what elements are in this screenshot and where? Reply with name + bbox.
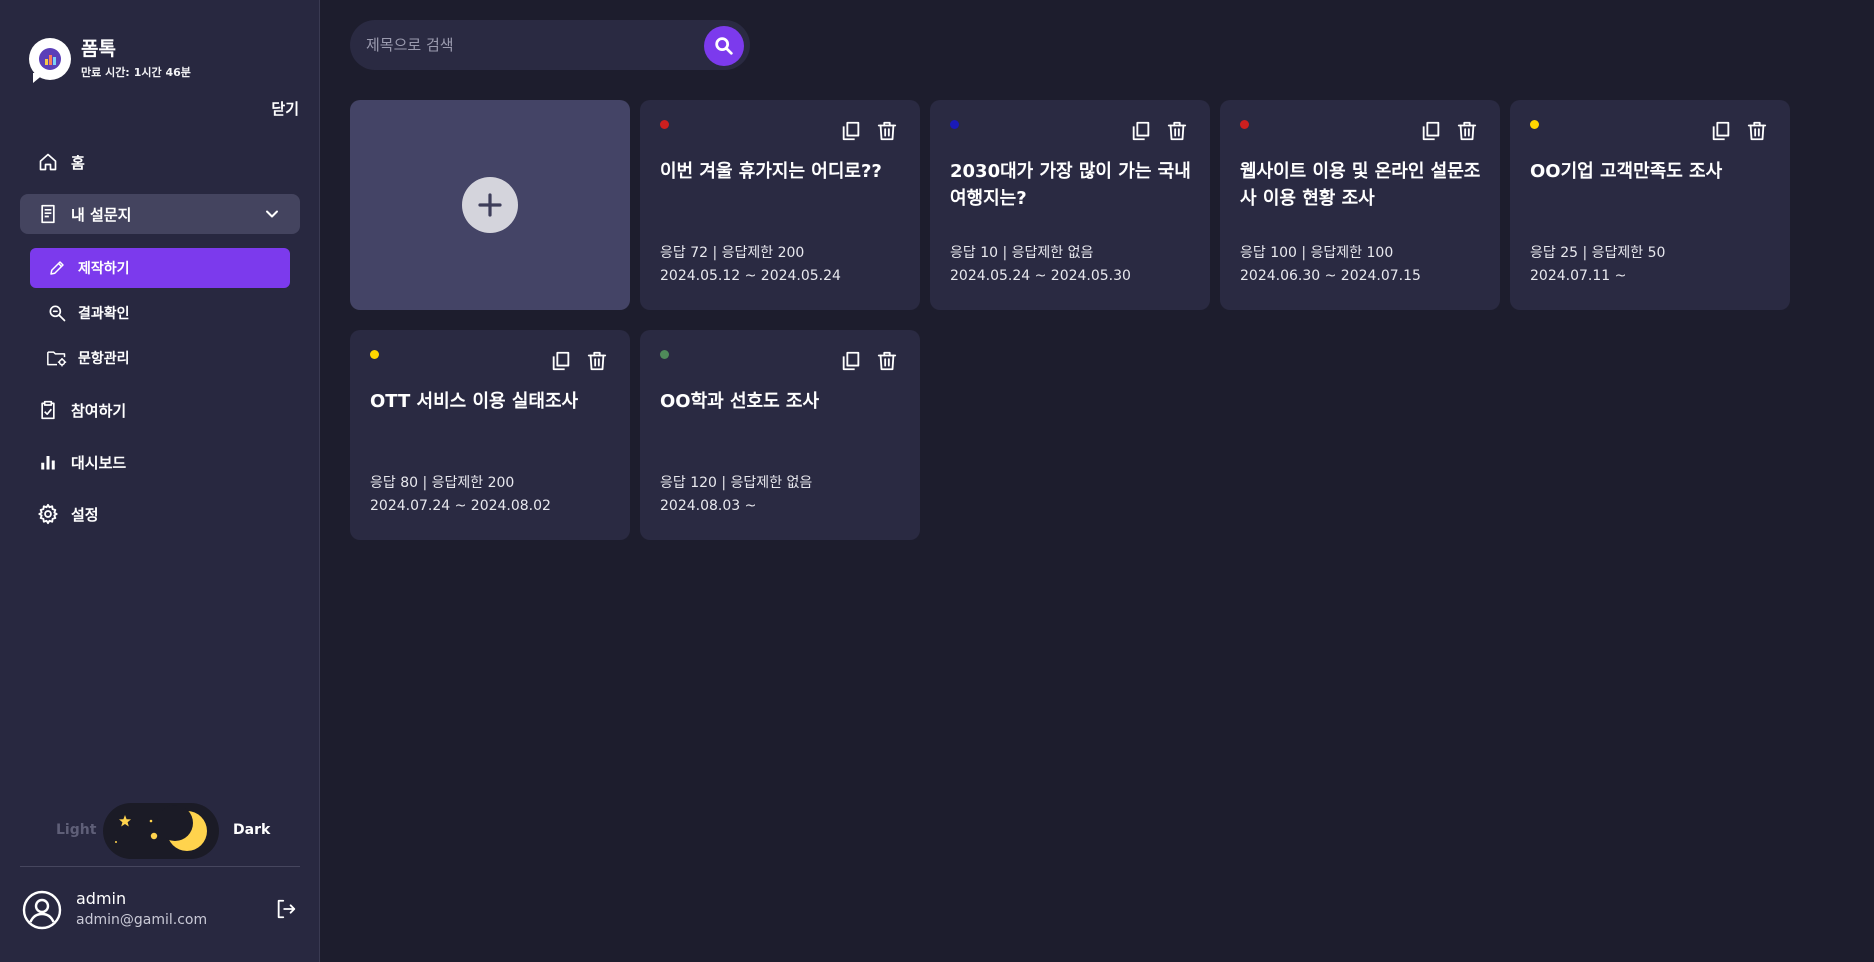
copy-icon[interactable] <box>840 350 862 372</box>
sidebar-item-label: 내 설문지 <box>71 205 132 224</box>
sidebar-subitem-label: 문항관리 <box>78 351 130 367</box>
logout-icon[interactable] <box>275 898 299 922</box>
status-dot <box>1530 120 1539 129</box>
theme-dark-label: Dark <box>233 822 271 838</box>
trash-icon[interactable] <box>586 350 608 372</box>
sidebar-subitem-results[interactable]: 결과확인 <box>30 293 290 333</box>
survey-card[interactable]: 2030대가 가장 많이 가는 국내 여행지는? 응답 10 | 응답제한 없음… <box>930 100 1210 310</box>
expire-label: 만료 시간: <box>81 66 130 79</box>
survey-period: 2024.08.03 ~ <box>660 498 757 514</box>
user-name: admin <box>76 889 127 908</box>
survey-title: OTT 서비스 이용 실태조사 <box>370 391 579 412</box>
brand: 폼톡 만료 시간: 1시간 46분 <box>29 38 191 80</box>
sidebar-item-participate[interactable]: 참여하기 <box>20 390 300 430</box>
add-survey-card[interactable] <box>350 100 630 310</box>
survey-title: OO기업 고객만족도 조사 <box>1530 161 1723 182</box>
survey-card[interactable]: OTT 서비스 이용 실태조사 응답 80 | 응답제한 200 2024.07… <box>350 330 630 540</box>
session-expire: 만료 시간: 1시간 46분 <box>81 64 191 80</box>
sidebar-item-label: 설정 <box>71 505 99 524</box>
survey-card[interactable]: 이번 겨울 휴가지는 어디로?? 응답 72 | 응답제한 200 2024.0… <box>640 100 920 310</box>
app-name: 폼톡 <box>81 38 116 60</box>
trash-icon[interactable] <box>1456 120 1478 142</box>
clipboard-check-icon <box>37 399 59 421</box>
survey-title: 웹사이트 이용 및 온라인 설문조사 이용 현황 조사 <box>1240 161 1481 209</box>
sidebar-subitem-label: 결과확인 <box>78 306 130 322</box>
search-input[interactable] <box>366 20 696 70</box>
survey-response-stats: 응답 120 | 응답제한 없음 <box>660 475 813 491</box>
survey-period: 2024.05.24 ~ 2024.05.30 <box>950 268 1131 284</box>
sidebar-item-label: 참여하기 <box>71 401 127 420</box>
survey-response-stats: 응답 25 | 응답제한 50 <box>1530 245 1666 261</box>
sidebar-item-settings[interactable]: 설정 <box>20 494 300 534</box>
expire-value: 1시간 46분 <box>133 66 191 79</box>
zoom-search-icon <box>46 302 68 324</box>
logo-icon <box>29 38 71 80</box>
document-icon <box>37 203 59 225</box>
status-dot <box>370 350 379 359</box>
trash-icon[interactable] <box>876 350 898 372</box>
plus-icon <box>462 177 518 233</box>
copy-icon[interactable] <box>840 120 862 142</box>
sidebar-item-my-surveys[interactable]: 내 설문지 <box>20 194 300 234</box>
app-root: 폼톡 만료 시간: 1시간 46분 닫기 홈 내 설문지 제작하기 결과확인 문… <box>0 0 1874 962</box>
theme-light-label: Light <box>56 822 97 838</box>
survey-period: 2024.07.11 ~ <box>1530 268 1627 284</box>
user-avatar-icon <box>22 890 62 930</box>
copy-icon[interactable] <box>1420 120 1442 142</box>
survey-response-stats: 응답 80 | 응답제한 200 <box>370 475 515 491</box>
bar-chart-icon <box>37 451 59 473</box>
trash-icon[interactable] <box>1746 120 1768 142</box>
status-dot <box>660 350 669 359</box>
survey-title: OO학과 선호도 조사 <box>660 391 820 412</box>
close-sidebar-button[interactable]: 닫기 <box>271 98 299 119</box>
home-icon <box>37 151 59 173</box>
survey-period: 2024.07.24 ~ 2024.08.02 <box>370 498 551 514</box>
folder-settings-icon <box>46 347 68 369</box>
survey-response-stats: 응답 100 | 응답제한 100 <box>1240 245 1394 261</box>
status-dot <box>660 120 669 129</box>
copy-icon[interactable] <box>550 350 572 372</box>
survey-title: 이번 겨울 휴가지는 어디로?? <box>660 161 882 182</box>
trash-icon[interactable] <box>876 120 898 142</box>
sidebar-item-dashboard[interactable]: 대시보드 <box>20 442 300 482</box>
chevron-down-icon <box>262 204 282 224</box>
sidebar-item-home[interactable]: 홈 <box>20 142 300 182</box>
survey-period: 2024.05.12 ~ 2024.05.24 <box>660 268 841 284</box>
copy-icon[interactable] <box>1130 120 1152 142</box>
sidebar-subitem-create[interactable]: 제작하기 <box>30 248 290 288</box>
search-button[interactable] <box>704 26 744 66</box>
status-dot <box>950 120 959 129</box>
sidebar-item-label: 대시보드 <box>71 453 127 472</box>
pencil-icon <box>46 257 68 279</box>
trash-icon[interactable] <box>1166 120 1188 142</box>
divider <box>20 866 300 867</box>
sidebar: 폼톡 만료 시간: 1시간 46분 닫기 홈 내 설문지 제작하기 결과확인 문… <box>0 0 320 962</box>
user-profile: admin admin@gamil.com <box>22 888 302 932</box>
survey-title: 2030대가 가장 많이 가는 국내 여행지는? <box>950 161 1191 209</box>
survey-period: 2024.06.30 ~ 2024.07.15 <box>1240 268 1421 284</box>
sidebar-subitem-questions[interactable]: 문항관리 <box>30 338 290 378</box>
survey-card[interactable]: 웹사이트 이용 및 온라인 설문조사 이용 현황 조사 응답 100 | 응답제… <box>1220 100 1500 310</box>
copy-icon[interactable] <box>1710 120 1732 142</box>
theme-toggle[interactable] <box>103 803 219 859</box>
sidebar-item-label: 홈 <box>71 153 85 172</box>
survey-card[interactable]: OO기업 고객만족도 조사 응답 25 | 응답제한 50 2024.07.11… <box>1510 100 1790 310</box>
status-dot <box>1240 120 1249 129</box>
survey-response-stats: 응답 10 | 응답제한 없음 <box>950 245 1094 261</box>
theme-switch: Light Dark <box>0 803 320 859</box>
search-bar <box>350 20 750 70</box>
moon-stars-icon <box>115 805 207 851</box>
gear-icon <box>37 503 59 525</box>
user-email: admin@gamil.com <box>76 912 208 928</box>
survey-card[interactable]: OO학과 선호도 조사 응답 120 | 응답제한 없음 2024.08.03 … <box>640 330 920 540</box>
search-icon <box>715 37 733 55</box>
sidebar-subitem-label: 제작하기 <box>78 261 130 277</box>
survey-response-stats: 응답 72 | 응답제한 200 <box>660 245 805 261</box>
